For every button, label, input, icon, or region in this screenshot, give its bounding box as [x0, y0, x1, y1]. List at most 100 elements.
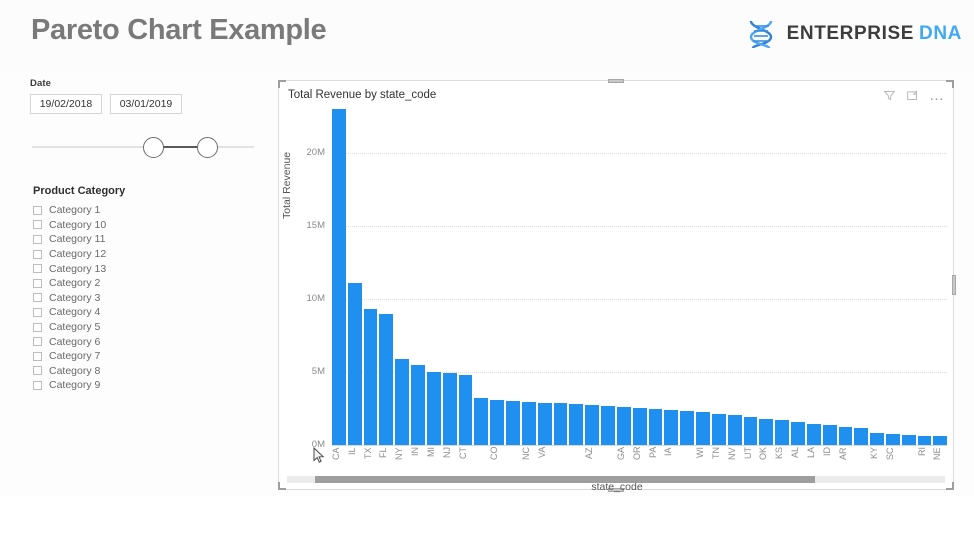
bar[interactable]: [743, 417, 758, 445]
chart-title: Total Revenue by state_code: [288, 89, 437, 101]
page-title: Pareto Chart Example: [31, 14, 327, 46]
bar[interactable]: [727, 415, 742, 445]
bar[interactable]: [806, 423, 821, 445]
bar[interactable]: [458, 374, 473, 445]
bar[interactable]: [822, 425, 837, 445]
checkbox-icon[interactable]: [33, 366, 42, 376]
bar[interactable]: [933, 436, 948, 445]
date-range-inputs: 19/02/2018 03/01/2019: [30, 94, 256, 114]
bar[interactable]: [553, 403, 568, 445]
bar[interactable]: [569, 404, 584, 445]
checkbox-icon[interactable]: [33, 264, 42, 274]
bar[interactable]: [411, 364, 425, 445]
bar[interactable]: [791, 422, 805, 445]
mouse-cursor: [313, 447, 325, 463]
bar[interactable]: [870, 433, 884, 445]
category-list-item-label: Category 3: [49, 291, 101, 304]
resize-handle-top[interactable]: [608, 78, 624, 83]
bar[interactable]: [585, 404, 600, 445]
date-slicer[interactable]: Date 19/02/2018 03/01/2019: [30, 78, 256, 158]
checkbox-icon[interactable]: [33, 380, 42, 390]
category-list-item[interactable]: Category 1: [33, 203, 183, 218]
bar[interactable]: [664, 409, 679, 445]
product-category-list: Category 1 Category 10 Category 11 Category…: [33, 203, 183, 393]
bar[interactable]: [711, 413, 726, 445]
bar[interactable]: [506, 401, 520, 445]
bar[interactable]: [838, 426, 853, 445]
bar[interactable]: [901, 434, 916, 445]
enterprise-dna-logo: ENTERPRISE DNA: [744, 18, 962, 50]
category-list-item[interactable]: Category 13: [33, 261, 183, 276]
revenue-bar-chart-visual[interactable]: Total Revenue by state_code … Total Reve…: [278, 78, 956, 493]
more-options-icon[interactable]: …: [929, 88, 945, 103]
category-list-item[interactable]: Category 12: [33, 247, 183, 262]
bar[interactable]: [759, 418, 774, 445]
bar[interactable]: [332, 109, 346, 445]
category-list-item-label: Category 5: [49, 321, 101, 334]
checkbox-icon[interactable]: [33, 351, 42, 361]
logo-dna-text: DNA: [919, 23, 962, 44]
checkbox-icon[interactable]: [33, 249, 42, 259]
date-start-input[interactable]: 19/02/2018: [30, 94, 102, 114]
bar[interactable]: [648, 409, 663, 445]
category-list-item[interactable]: Category 10: [33, 218, 183, 233]
logo-text: ENTERPRISE DNA: [787, 23, 962, 45]
y-axis-tick-label: 5M: [311, 365, 325, 377]
category-list-item-label: Category 13: [49, 262, 107, 275]
plot-area: Total Revenue 0M 5M 10M 15M 20M CA IL TX FL NY IN…: [279, 109, 955, 493]
bar[interactable]: [775, 420, 790, 445]
bar[interactable]: [521, 401, 536, 445]
slider-handle-end[interactable]: [197, 137, 218, 158]
bar[interactable]: [917, 435, 932, 445]
bar[interactable]: [363, 309, 378, 445]
product-category-slicer[interactable]: Product Category Category 1 Category 10 Ca…: [33, 185, 183, 393]
date-end-input[interactable]: 03/01/2019: [110, 94, 182, 114]
category-list-item-label: Category 7: [49, 350, 101, 363]
category-list-item[interactable]: Category 6: [33, 334, 183, 349]
category-list-item[interactable]: Category 8: [33, 364, 183, 379]
category-list-item-label: Category 1: [49, 204, 101, 217]
bar[interactable]: [490, 399, 505, 445]
category-list-item[interactable]: Category 9: [33, 378, 183, 393]
filter-icon[interactable]: [883, 89, 896, 102]
bar[interactable]: [696, 412, 710, 445]
bar[interactable]: [616, 407, 631, 445]
selection-corner-top-left[interactable]: [278, 80, 286, 88]
bar[interactable]: [885, 434, 900, 445]
checkbox-icon[interactable]: [33, 322, 42, 332]
category-list-item[interactable]: Category 5: [33, 320, 183, 335]
selection-corner-top-right[interactable]: [946, 80, 954, 88]
slider-handle-start[interactable]: [143, 137, 164, 158]
bar[interactable]: [854, 428, 869, 445]
bar[interactable]: [379, 313, 394, 445]
checkbox-icon[interactable]: [33, 293, 42, 303]
category-list-item[interactable]: Category 2: [33, 276, 183, 291]
category-list-item[interactable]: Category 11: [33, 232, 183, 247]
horizontal-scrollbar[interactable]: [287, 476, 945, 483]
date-range-slider[interactable]: [30, 136, 256, 158]
bar[interactable]: [537, 402, 552, 445]
y-axis-title: Total Revenue: [281, 151, 293, 219]
checkbox-icon[interactable]: [33, 220, 42, 230]
bar[interactable]: [426, 371, 441, 445]
bar[interactable]: [442, 373, 457, 445]
category-list-item-label: Category 4: [49, 306, 101, 319]
checkbox-icon[interactable]: [33, 307, 42, 317]
checkbox-icon[interactable]: [33, 234, 42, 244]
bar[interactable]: [474, 398, 489, 445]
date-slicer-label: Date: [30, 78, 51, 89]
checkbox-icon[interactable]: [33, 337, 42, 347]
bar[interactable]: [680, 411, 695, 445]
focus-mode-icon[interactable]: [906, 89, 919, 102]
bar[interactable]: [601, 405, 615, 445]
category-list-item[interactable]: Category 3: [33, 291, 183, 306]
product-category-title: Product Category: [33, 185, 126, 197]
category-list-item[interactable]: Category 7: [33, 349, 183, 364]
checkbox-icon[interactable]: [33, 205, 42, 215]
horizontal-scrollbar-thumb[interactable]: [315, 476, 815, 483]
bar[interactable]: [347, 282, 362, 445]
checkbox-icon[interactable]: [33, 278, 42, 288]
bar[interactable]: [632, 408, 647, 445]
bar[interactable]: [395, 358, 410, 445]
category-list-item[interactable]: Category 4: [33, 305, 183, 320]
